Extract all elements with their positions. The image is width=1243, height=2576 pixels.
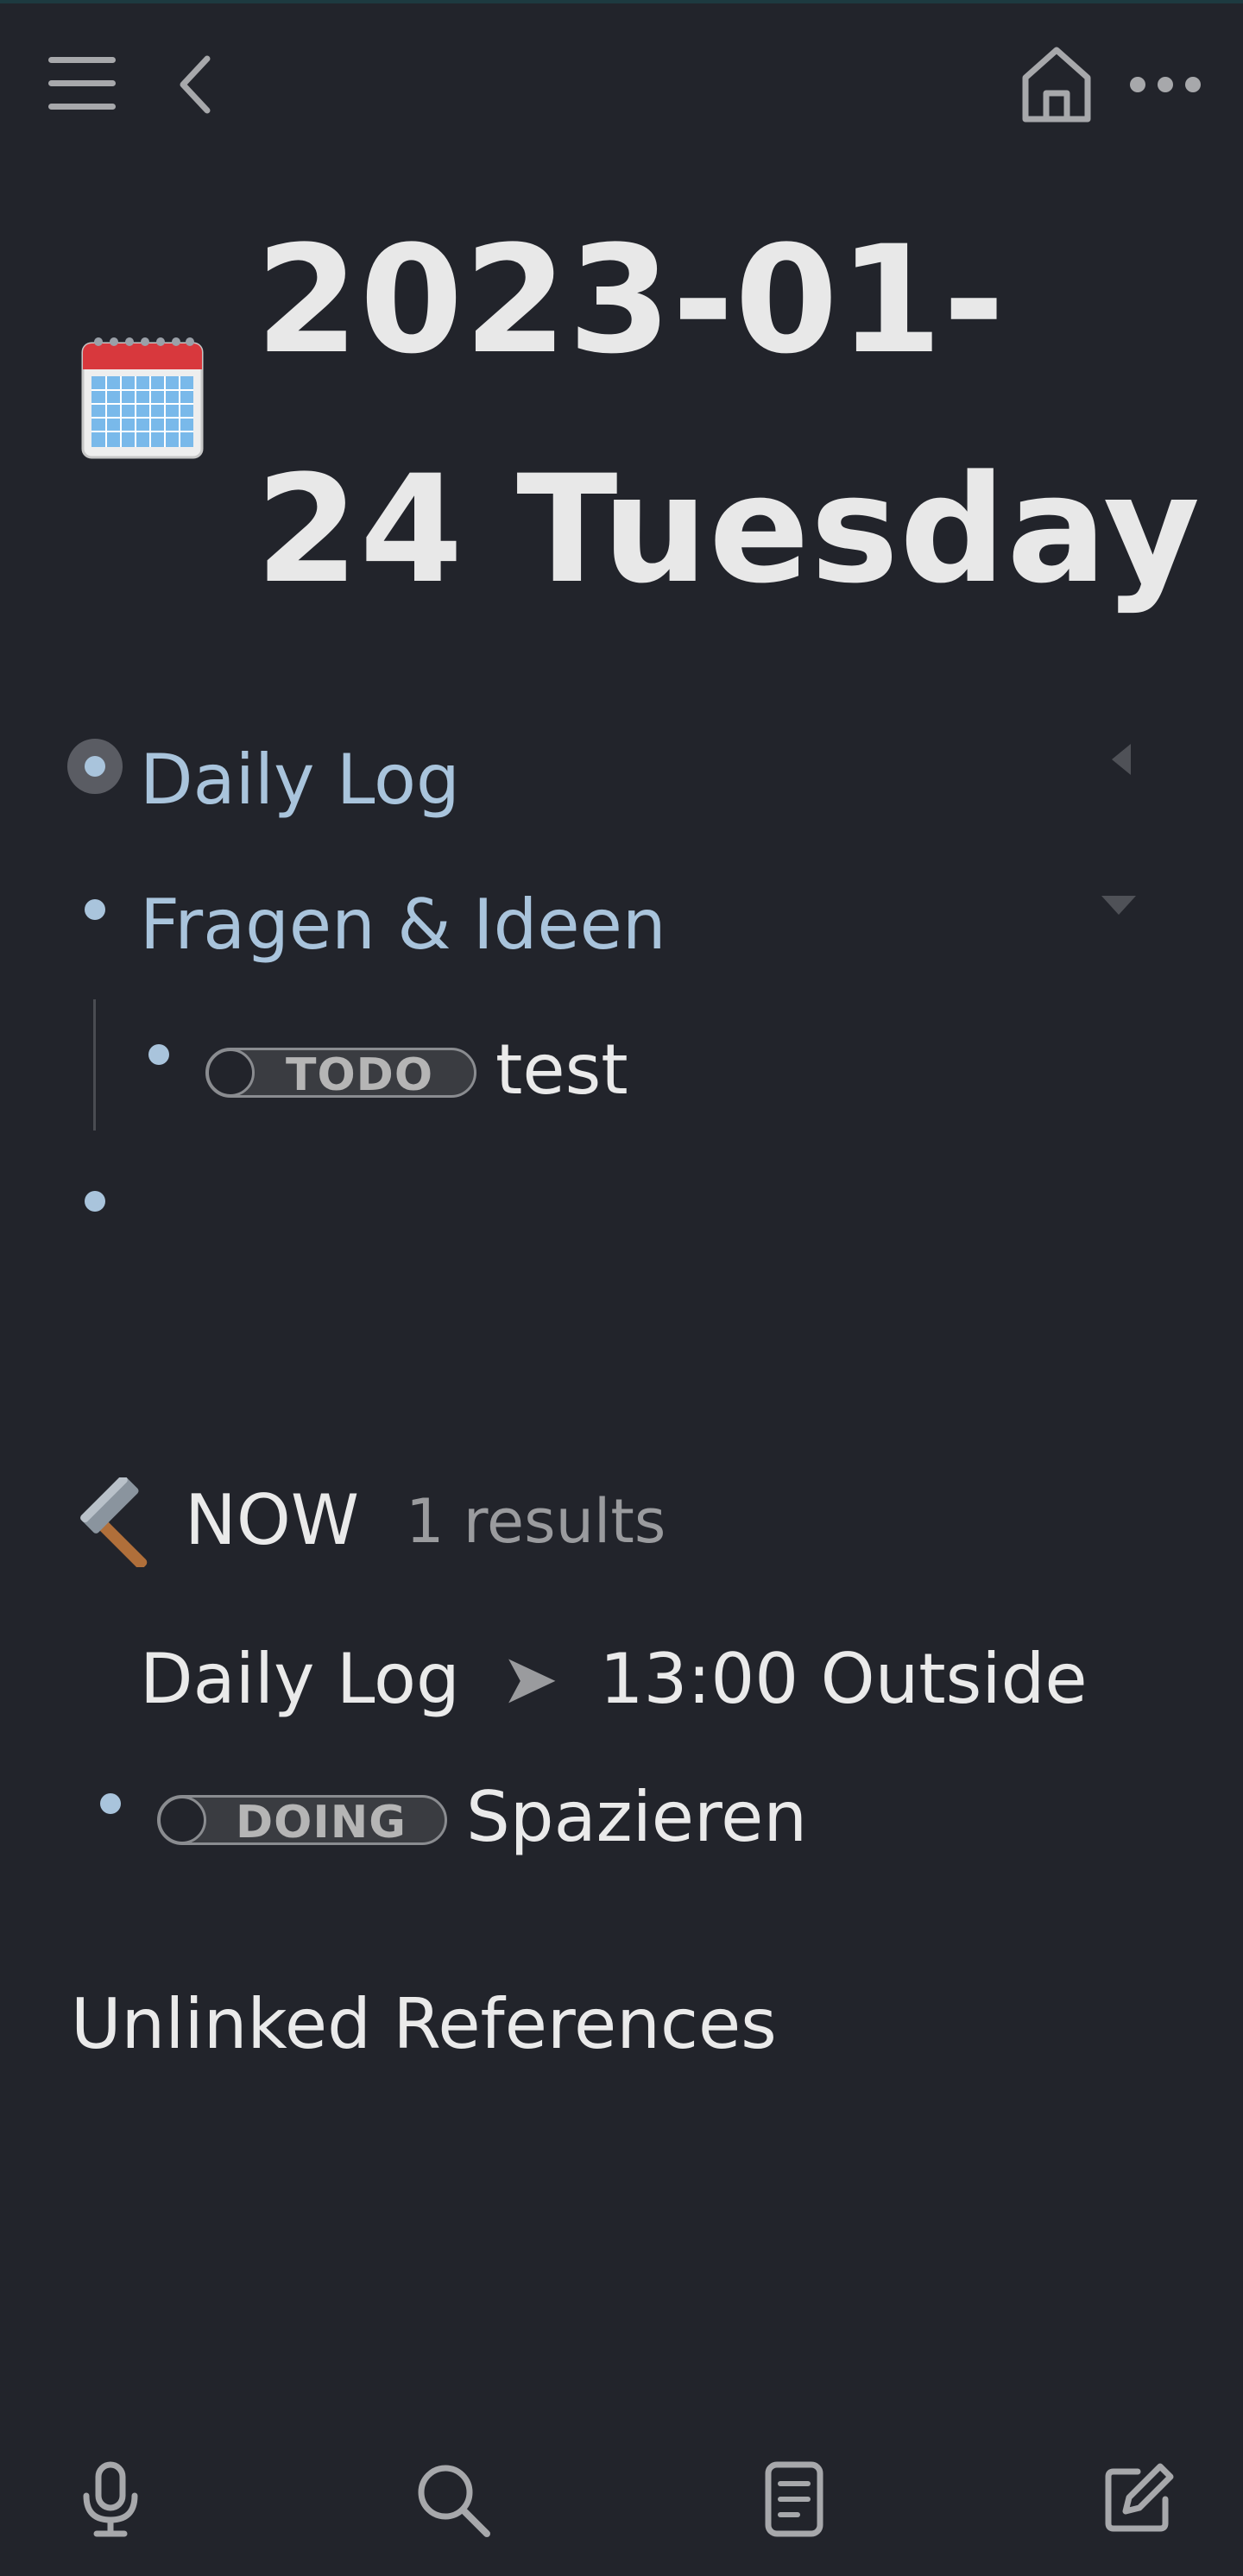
todo-marker-label: TODO xyxy=(286,1049,434,1101)
breadcrumb-separator-icon: ➤ xyxy=(501,1639,559,1719)
status-bar-edge xyxy=(0,0,1243,3)
todo-marker[interactable]: TODO xyxy=(205,1048,476,1098)
page-title[interactable]: 2023-01- 24 Tuesday xyxy=(256,186,1205,645)
task-text[interactable]: test xyxy=(495,1036,628,1105)
breadcrumb[interactable]: Daily Log ➤ 13:00 Outside xyxy=(140,1645,1088,1714)
microphone-icon[interactable] xyxy=(79,2461,142,2539)
empty-block-bullet[interactable] xyxy=(85,1191,105,1212)
hammer-icon xyxy=(73,1475,162,1571)
page-title-line-2: 24 Tuesday xyxy=(256,443,1202,616)
hamburger-menu-icon[interactable] xyxy=(47,54,119,114)
breadcrumb-child[interactable]: 13:00 Outside xyxy=(600,1639,1088,1719)
caret-down-icon[interactable] xyxy=(1100,894,1138,920)
query-title[interactable]: NOW xyxy=(185,1486,359,1555)
block-bullet[interactable] xyxy=(148,1044,169,1065)
task-text[interactable]: Spazieren xyxy=(466,1783,807,1852)
children-guide-line xyxy=(93,999,96,1131)
doing-marker[interactable]: DOING xyxy=(157,1795,447,1845)
block-fragen-ideen[interactable]: Fragen & Ideen xyxy=(140,891,666,960)
unlinked-references-header[interactable]: Unlinked References xyxy=(71,1990,777,2059)
todo-checkbox[interactable] xyxy=(206,1049,255,1097)
edit-icon[interactable] xyxy=(1103,2461,1176,2534)
block-bullet[interactable] xyxy=(100,1793,121,1814)
page-title-line-1: 2023-01- xyxy=(256,213,1006,387)
collapsed-bullet[interactable] xyxy=(67,739,123,794)
doing-marker-label: DOING xyxy=(236,1797,407,1849)
more-horizontal-icon[interactable] xyxy=(1127,72,1203,97)
chevron-left-icon[interactable] xyxy=(176,55,214,114)
doing-checkbox[interactable] xyxy=(158,1796,206,1844)
block-bullet[interactable] xyxy=(85,899,105,920)
calendar-icon[interactable] xyxy=(79,335,205,464)
document-icon[interactable] xyxy=(765,2461,823,2537)
search-icon[interactable] xyxy=(414,2461,492,2539)
block-daily-log[interactable]: Daily Log xyxy=(140,746,460,815)
home-icon[interactable] xyxy=(1019,43,1095,124)
caret-left-icon[interactable] xyxy=(1110,742,1133,780)
query-result-count: 1 results xyxy=(406,1486,666,1557)
breadcrumb-parent[interactable]: Daily Log xyxy=(140,1639,460,1719)
